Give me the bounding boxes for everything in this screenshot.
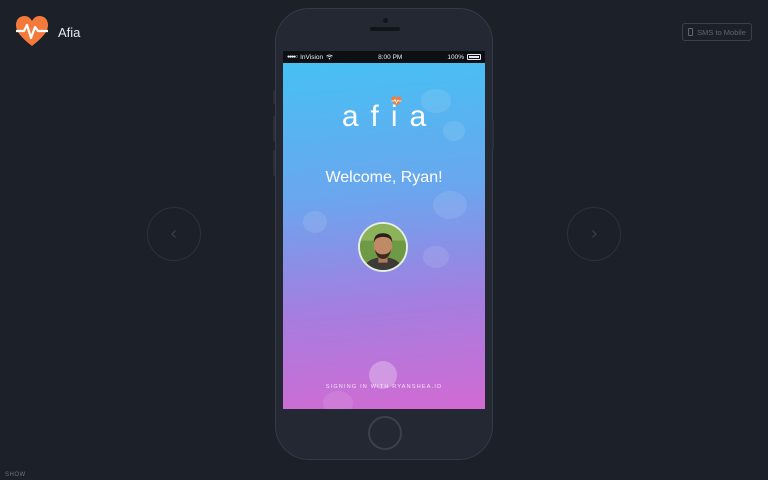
app-name: Afia [58, 24, 81, 40]
signal-strength-icon: ●●●●○ [287, 54, 298, 60]
wifi-icon [326, 54, 333, 60]
battery-icon [467, 54, 481, 60]
jellyfish-decoration [423, 246, 449, 268]
home-button[interactable] [368, 416, 402, 450]
brand[interactable]: Afia [14, 14, 80, 50]
welcome-message: Welcome, Ryan! [325, 169, 443, 186]
battery-percent: 100% [447, 53, 464, 61]
heart-logo-icon [391, 96, 402, 106]
phone-screen[interactable]: ●●●●○ InVision 8:00 PM 100% afia Welcome… [283, 51, 485, 409]
volume-up-button [273, 116, 275, 142]
volume-down-button [273, 150, 275, 176]
jellyfish-decoration [303, 211, 327, 233]
carrier-name: InVision [300, 53, 324, 61]
mobile-phone-icon [688, 28, 694, 36]
jellyfish-decoration [323, 391, 353, 409]
signing-in-caption: SIGNING IN WITH RYANSHEA.ID [325, 384, 443, 390]
user-portrait-image [360, 224, 406, 270]
afia-logo-text: afia [341, 100, 439, 133]
sms-to-mobile-button[interactable]: SMS to Mobile [682, 23, 752, 41]
jellyfish-decoration [433, 191, 467, 219]
phone-speaker [370, 27, 400, 31]
user-avatar [358, 222, 408, 272]
next-screen-button[interactable] [567, 207, 621, 261]
power-button [492, 120, 494, 150]
phone-camera [383, 18, 388, 23]
chevron-left-icon [171, 230, 176, 238]
status-time: 8:00 PM [378, 53, 403, 61]
heart-pulse-logo-icon [16, 16, 48, 46]
sms-button-label: SMS to Mobile [697, 27, 746, 37]
show-toggle[interactable]: SHOW [5, 472, 26, 478]
mute-switch [273, 90, 275, 104]
chevron-right-icon [592, 230, 597, 238]
previous-screen-button[interactable] [147, 207, 201, 261]
status-bar: ●●●●○ InVision 8:00 PM 100% [283, 51, 485, 63]
